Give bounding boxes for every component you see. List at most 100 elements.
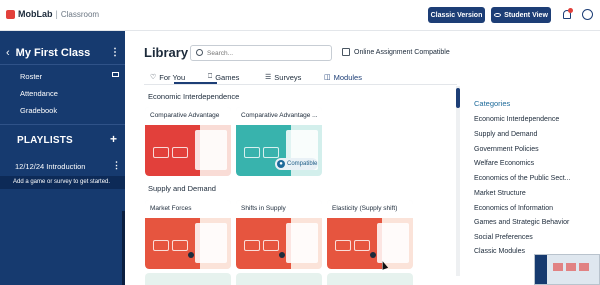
sidebar-scrollbar[interactable] [122,211,125,285]
card-art-shape [354,240,370,251]
card-title: Comparative Advantage ... [241,112,318,119]
card-art-shape [335,240,351,251]
categories-heading: Categories [474,99,511,108]
search-icon [196,49,203,56]
search-box[interactable] [190,45,332,61]
card-header: Comparative Advantage [145,107,231,125]
brand-subtitle: Classroom [60,9,100,19]
online-assignment-filter[interactable]: Online Assignment Compatible [342,48,450,56]
tab-label: Surveys [274,72,302,82]
sidebar: ‹ My First Class ⋮ Roster Attendance Gra… [0,31,125,285]
category-link[interactable]: Welfare Economics [474,160,534,167]
class-header: ‹ My First Class ⋮ [6,47,120,59]
mail-icon[interactable] [112,72,119,77]
tab-label: For You [159,72,186,82]
category-link[interactable]: Market Structure [474,190,526,197]
class-more-icon[interactable]: ⋮ [110,47,120,58]
logo-separator: | [55,9,58,19]
module-icon: ◫ [324,74,331,81]
class-title: My First Class [15,47,91,59]
playlist-more-icon[interactable]: ⋮ [112,160,121,171]
student-view-button[interactable]: Student View [491,7,551,23]
playlist-item[interactable]: 12/12/24 Introduction ⋮ [0,159,125,175]
tab-modules[interactable]: ◫ Modules [324,71,362,83]
online-assignment-checkbox[interactable] [342,48,350,56]
card-art-shape [153,147,169,158]
list-icon: ☰ [265,74,272,81]
module-card[interactable]: Elasticity (Supply shift) [327,200,413,269]
search-input[interactable] [207,48,327,59]
brand-name: MobLab [18,9,53,19]
moblab-logo[interactable]: MobLab | Classroom [6,9,99,19]
thumbnail-sidebar [535,255,547,284]
content-scrollbar-thumb[interactable] [456,88,460,108]
compatible-badge-label: Compatible [287,161,318,167]
screen-preview-thumbnail[interactable] [534,254,600,285]
card-title: Market Forces [150,205,192,212]
card-preview [377,223,409,263]
classic-version-label: Classic Version [430,11,483,19]
category-link[interactable]: Classic Modules [474,248,525,255]
card-art-shape [263,240,279,251]
tab-label: Modules [333,72,362,82]
thumbnail-card [579,263,589,271]
card-header: Shifts in Supply [236,200,322,218]
module-card-partial[interactable] [327,273,413,285]
globe-icon: ● [277,160,285,168]
card-art-shape [244,147,260,158]
sidebar-item-roster[interactable]: Roster [20,72,42,81]
category-link[interactable]: Economic Interdependence [474,116,559,123]
section-title: Supply and Demand [148,184,216,193]
content-scrollbar-track[interactable] [456,86,460,276]
module-card-partial[interactable] [145,273,231,285]
notification-dot [568,8,573,13]
module-card[interactable]: Market Forces [145,200,231,269]
eye-icon [494,13,502,17]
back-chevron-icon[interactable]: ‹ [6,47,10,59]
classic-version-button[interactable]: Classic Version [428,7,485,23]
moblab-logo-icon [6,9,15,19]
module-card[interactable]: Comparative Advantage ... ● Compatible [236,107,322,176]
student-view-label: Student View [504,11,548,19]
category-link[interactable]: Government Policies [474,146,539,153]
heart-icon: ♡ [150,74,157,81]
card-art-shape [172,240,188,251]
tab-surveys[interactable]: ☰ Surveys [265,71,301,83]
playlists-heading: PLAYLISTS [17,135,73,146]
sidebar-divider [0,64,125,65]
category-link[interactable]: Supply and Demand [474,131,537,138]
category-link[interactable]: Games and Strategic Behavior [474,219,569,226]
module-card[interactable]: Comparative Advantage [145,107,231,176]
tab-label: Games [215,72,240,82]
playlist-hint: Add a game or survey to get started. [0,176,125,189]
card-art-shape [244,240,260,251]
card-preview [286,223,318,263]
compatible-badge: ● Compatible [275,158,318,170]
card-header: Market Forces [145,200,231,218]
card-title: Comparative Advantage [150,112,220,119]
playlist-item-label: 12/12/24 Introduction [15,162,86,171]
add-playlist-icon[interactable]: + [110,132,117,146]
gamepad-icon: ⎕ [208,73,213,80]
tabs-divider [144,84,457,85]
thumbnail-card [566,263,576,271]
card-art-dot [279,252,285,258]
card-title: Shifts in Supply [241,205,286,212]
category-link[interactable]: Social Preferences [474,234,533,241]
page-title: Library [144,45,189,60]
card-header: Elasticity (Supply shift) [327,200,413,218]
category-link[interactable]: Economics of the Public Sect... [474,175,571,182]
sidebar-divider [0,124,125,125]
card-art-shape [153,240,169,251]
user-avatar-icon[interactable] [582,9,593,20]
card-art-dot [188,252,194,258]
top-bar: MobLab | Classroom Classic Version Stude… [0,0,600,31]
category-link[interactable]: Economics of Information [474,205,553,212]
card-preview [195,223,227,263]
sidebar-item-gradebook[interactable]: Gradebook [20,106,57,115]
module-card[interactable]: Shifts in Supply [236,200,322,269]
module-card-partial[interactable] [236,273,322,285]
online-assignment-label: Online Assignment Compatible [354,48,450,56]
card-preview [195,130,227,170]
sidebar-item-attendance[interactable]: Attendance [20,89,58,98]
